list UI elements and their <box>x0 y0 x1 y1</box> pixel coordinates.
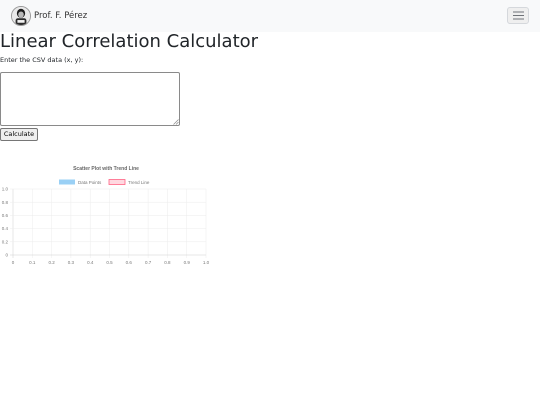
x-tick-label: 0.6 <box>126 260 133 265</box>
navbar-toggler-button[interactable] <box>507 7 529 24</box>
x-tick-label: 0.1 <box>29 260 36 265</box>
legend-swatch-2[interactable] <box>108 179 126 185</box>
profile-portrait-icon <box>12 7 30 25</box>
chart-grid <box>10 188 207 258</box>
csv-data-label: Enter the CSV data (x, y): <box>0 56 84 64</box>
x-tick-label: 0.9 <box>184 260 191 265</box>
legend-swatch-1[interactable] <box>59 179 75 185</box>
calculate-button[interactable]: Calculate <box>0 128 38 141</box>
avatar <box>11 6 31 26</box>
hamburger-menu-icon <box>513 11 524 20</box>
resize-grip-icon[interactable] <box>173 119 179 125</box>
scatter-chart: Scatter Plot with Trend Line Data Points… <box>2 166 210 265</box>
legend-label-2[interactable]: Trend Line <box>128 180 150 185</box>
x-tick-label: 0.8 <box>164 260 171 265</box>
x-tick-label: 0 <box>12 260 15 265</box>
x-tick-label: 0.3 <box>68 260 75 265</box>
y-tick-label: 0.8 <box>2 200 9 205</box>
x-tick-label: 1.0 <box>203 260 210 265</box>
y-tick-label: 1.0 <box>2 187 9 192</box>
chart-title: Scatter Plot with Trend Line <box>73 166 139 172</box>
y-tick-label: 0.4 <box>2 226 9 231</box>
x-tick-label: 0.7 <box>145 260 152 265</box>
x-tick-label: 0.2 <box>48 260 55 265</box>
brand-name[interactable]: Prof. F. Pérez <box>34 5 87 27</box>
navbar-brand[interactable]: Prof. F. Pérez <box>11 5 87 27</box>
y-tick-label: 0.2 <box>2 239 9 244</box>
csv-data-input[interactable] <box>0 72 180 126</box>
y-tick-label: 0 <box>5 253 8 258</box>
x-tick-label: 0.5 <box>106 260 113 265</box>
navbar: Prof. F. Pérez <box>0 0 540 32</box>
legend-label-1[interactable]: Data Points <box>78 180 102 185</box>
y-tick-label: 0.6 <box>2 213 9 218</box>
page-title: Linear Correlation Calculator <box>0 31 259 52</box>
chart-axes: 0 0.1 0.2 0.3 0.4 0.5 0.6 0.7 0.8 0.9 1.0 0 0.2 0.4 0.… <box>2 187 210 265</box>
x-tick-label: 0.4 <box>87 260 94 265</box>
chart-legend: Data Points Trend Line <box>59 179 150 185</box>
